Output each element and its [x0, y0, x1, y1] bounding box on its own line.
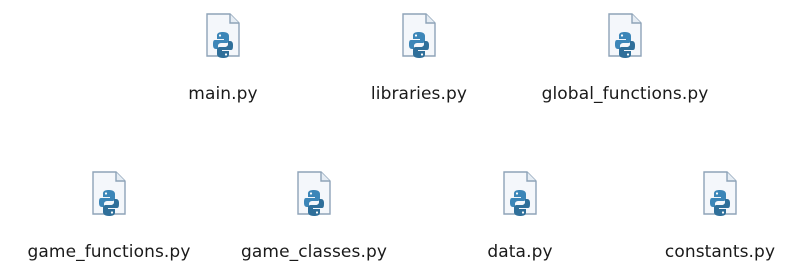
file-game-functions-py[interactable]: game_functions.py: [2, 170, 216, 262]
file-global-functions-py[interactable]: global_functions.py: [515, 12, 735, 104]
file-data-py[interactable]: data.py: [475, 170, 565, 262]
file-name-label: constants.py: [664, 242, 776, 262]
file-name-label: main.py: [188, 84, 258, 104]
file-name-label: game_functions.py: [27, 242, 191, 262]
python-file-icon: [92, 171, 126, 216]
file-main-py[interactable]: main.py: [168, 12, 278, 104]
python-file-icon: [402, 13, 436, 58]
python-file-icon: [297, 171, 331, 216]
file-constants-py[interactable]: constants.py: [650, 170, 790, 262]
python-file-icon: [608, 13, 642, 58]
python-file-icon: [503, 171, 537, 216]
file-libraries-py[interactable]: libraries.py: [359, 12, 479, 104]
python-file-icon: [206, 13, 240, 58]
file-game-classes-py[interactable]: game_classes.py: [226, 170, 402, 262]
file-name-label: libraries.py: [370, 84, 468, 104]
python-file-icon: [703, 171, 737, 216]
file-name-label: data.py: [487, 242, 553, 262]
file-name-label: global_functions.py: [541, 84, 709, 104]
file-name-label: game_classes.py: [241, 242, 387, 262]
